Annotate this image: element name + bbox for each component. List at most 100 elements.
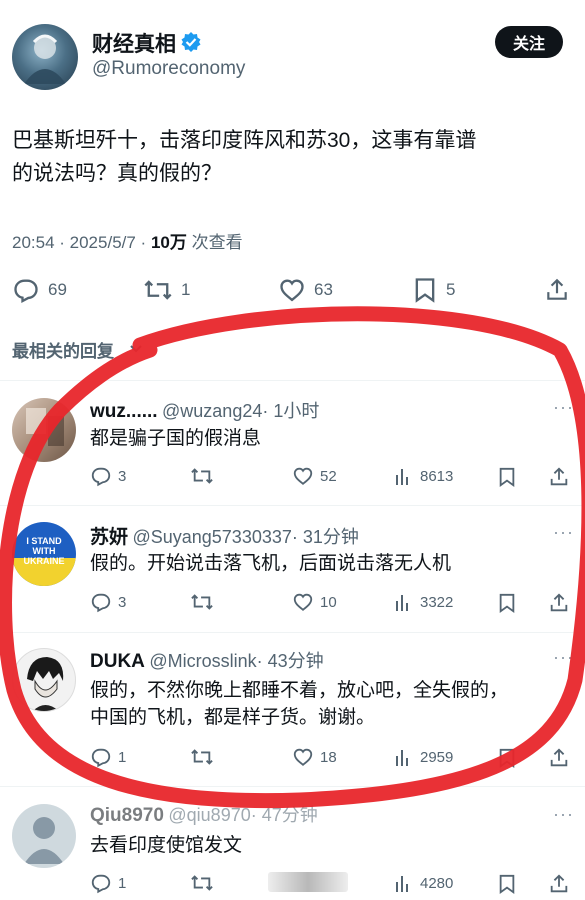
reply-avatar[interactable] [12, 648, 76, 712]
more-icon[interactable]: ··· [553, 647, 574, 668]
views-icon [396, 750, 408, 766]
follow-button[interactable]: 关注 [495, 26, 563, 58]
reply-author-handle[interactable]: @Suyang57330337 [132, 527, 291, 547]
retweet-icon [191, 468, 213, 484]
reply-author-name[interactable]: 苏妍 [90, 527, 128, 548]
reply-divider [0, 632, 585, 633]
reply-action[interactable]: 69 [12, 276, 67, 304]
views-count: 3322 [420, 593, 454, 611]
like-action[interactable]: 18 [292, 746, 337, 768]
reply-header: 苏妍 @Suyang57330337· 31分钟 [90, 522, 359, 549]
reply-count: 3 [118, 593, 127, 611]
views-count: 10万 [150, 233, 187, 252]
sort-label[interactable]: 最相关的回复 [12, 337, 114, 362]
reply-author-name[interactable]: Qiu8970 [90, 805, 164, 826]
share-icon[interactable] [548, 873, 570, 895]
bookmark-action[interactable]: 5 [412, 276, 455, 304]
views-action[interactable]: 8613 [394, 465, 453, 487]
views-action[interactable]: 3322 [394, 591, 453, 613]
reply-author-handle[interactable]: @qiu8970 [168, 805, 250, 825]
retweet-icon [191, 875, 213, 891]
reply-time[interactable]: · 31分钟 [292, 527, 359, 547]
reply-count: 1 [118, 748, 127, 766]
reply-action[interactable]: 1 [90, 746, 126, 768]
share-icon[interactable] [548, 466, 570, 488]
bookmark-icon[interactable] [497, 747, 517, 769]
more-icon[interactable]: ··· [553, 522, 574, 543]
views-icon [396, 469, 408, 485]
bookmark-icon[interactable] [497, 592, 517, 614]
tweet-meta: 20:54 · 2025/5/7 · 10万 次查看 [12, 228, 243, 253]
anime-portrait-icon [27, 657, 64, 711]
share-icon[interactable] [548, 592, 570, 614]
retweet-icon [191, 749, 213, 765]
author-name[interactable]: 财经真相 [92, 28, 176, 58]
retweet-action[interactable] [190, 465, 214, 487]
reply-avatar[interactable] [12, 398, 76, 462]
portrait-icon [24, 34, 66, 84]
verified-badge-icon [181, 32, 201, 52]
more-icon[interactable]: ··· [553, 804, 574, 825]
reply-time[interactable]: · 47分钟 [251, 805, 318, 825]
reply-action[interactable]: 1 [90, 872, 126, 894]
reply-icon [14, 279, 38, 304]
tweet-text-line: 巴基斯坦歼十，击落印度阵风和苏30，这事有靠谱 [12, 129, 477, 152]
reply-icon [91, 748, 111, 768]
author-avatar[interactable] [12, 24, 78, 90]
default-avatar-icon [24, 817, 64, 864]
reply-icon [91, 467, 111, 487]
reply-author-handle[interactable]: @wuzang24 [162, 401, 262, 421]
watermark [268, 872, 348, 892]
reply-header: DUKA @Microsslink· 43分钟 [90, 647, 324, 673]
views-action[interactable]: 4280 [394, 872, 453, 894]
reply-time[interactable]: · 1小时 [262, 401, 319, 421]
reply-action[interactable]: 3 [90, 465, 126, 487]
like-icon [293, 748, 313, 766]
retweet-action[interactable] [190, 591, 214, 613]
views-count: 2959 [420, 748, 454, 766]
retweet-action[interactable] [190, 746, 214, 768]
bookmark-icon[interactable] [497, 466, 517, 488]
reply-text: 都是骗子国的假消息 [90, 428, 262, 449]
bookmark-count: 5 [446, 280, 456, 299]
views-count: 4280 [420, 874, 454, 892]
views-action[interactable]: 2959 [394, 746, 453, 768]
reply-time[interactable]: · 43分钟 [257, 651, 324, 671]
reply-text: 去看印度使馆发文 [90, 835, 243, 856]
more-icon[interactable]: ··· [553, 397, 574, 418]
retweet-action[interactable]: 1 [143, 276, 190, 304]
share-icon[interactable] [548, 747, 570, 769]
retweet-icon [191, 594, 213, 610]
section-divider [0, 380, 585, 381]
author-handle[interactable]: @Rumoreconomy [92, 58, 245, 80]
reply-author-name[interactable]: wuz...... [90, 401, 158, 422]
bookmark-icon[interactable] [497, 873, 517, 895]
reply-count: 3 [118, 467, 127, 485]
chevron-down-icon[interactable] [128, 340, 144, 356]
bookmark-icon [415, 278, 435, 303]
reply-avatar[interactable] [12, 804, 76, 868]
reply-action[interactable]: 3 [90, 591, 126, 613]
like-count: 10 [320, 593, 337, 611]
photo-icon [26, 408, 64, 446]
retweet-action[interactable] [190, 872, 214, 894]
reply-header: wuz...... @wuzang24· 1小时 [90, 397, 319, 423]
share-icon[interactable] [544, 277, 570, 303]
reply-count: 69 [48, 280, 67, 299]
reply-author-name[interactable]: DUKA [90, 651, 145, 672]
views-count: 8613 [420, 467, 454, 485]
like-count: 63 [314, 280, 333, 299]
reply-avatar[interactable]: I STAND WITH UKRAINE [12, 522, 76, 586]
like-action[interactable]: 10 [292, 591, 337, 613]
like-action[interactable]: 63 [278, 276, 333, 304]
tweet-text: 巴基斯坦歼十，击落印度阵风和苏30，这事有靠谱 的说法吗？真的假的？ [12, 124, 577, 190]
views-icon [396, 595, 408, 611]
views-icon [396, 876, 408, 892]
tweet-time[interactable]: 20:54 · 2025/5/7 · [12, 233, 151, 252]
reply-divider [0, 505, 585, 506]
like-count: 52 [320, 467, 337, 485]
like-action[interactable]: 52 [292, 465, 337, 487]
like-icon [293, 467, 313, 485]
reply-author-handle[interactable]: @Microsslink [149, 651, 256, 671]
retweet-count: 1 [181, 280, 191, 299]
